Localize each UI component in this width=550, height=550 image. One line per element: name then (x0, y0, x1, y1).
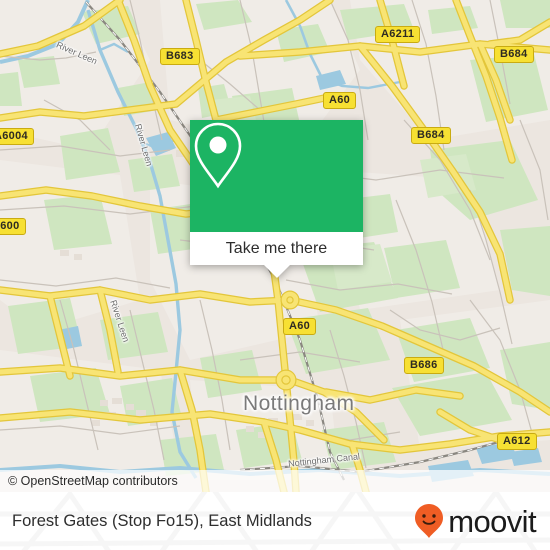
moovit-wordmark: moovit (448, 503, 536, 539)
road-shield-a6004: A6004 (0, 128, 34, 145)
map-attribution-bar: © OpenStreetMap contributors (0, 470, 550, 492)
moovit-pin-icon (415, 504, 444, 538)
callout-icon-area (190, 120, 363, 232)
road-shield-a612: A612 (497, 433, 537, 450)
road-shield-a60-north: A60 (323, 92, 357, 109)
road-shield-b684-north: B684 (494, 46, 534, 63)
map-canvas[interactable]: River Leen River Leen River Leen Notting… (0, 0, 550, 492)
location-callout-card[interactable]: Take me there (190, 120, 363, 278)
map-label-nottingham: Nottingham (243, 392, 355, 415)
moovit-logo[interactable]: moovit (414, 492, 537, 550)
map-pin-icon (194, 122, 242, 189)
attribution-text[interactable]: © OpenStreetMap contributors (0, 474, 178, 488)
callout-pointer (263, 265, 290, 278)
road-shield-a6211: A6211 (375, 26, 421, 43)
road-shield-b683: B683 (160, 48, 200, 65)
footer-bar: Forest Gates (Stop Fo15), East Midlands … (0, 492, 550, 550)
location-title: Forest Gates (Stop Fo15), East Midlands (12, 511, 312, 530)
take-me-there-label: Take me there (225, 239, 328, 257)
road-shield-a60-city: A60 (283, 318, 317, 335)
screenshot-root: River Leen River Leen River Leen Notting… (0, 0, 550, 550)
road-shield-b686: B686 (404, 357, 444, 374)
take-me-there-button[interactable]: Take me there (190, 232, 363, 278)
road-shield-a600: A600 (0, 218, 26, 235)
road-shield-b684-mid: B684 (411, 127, 451, 144)
